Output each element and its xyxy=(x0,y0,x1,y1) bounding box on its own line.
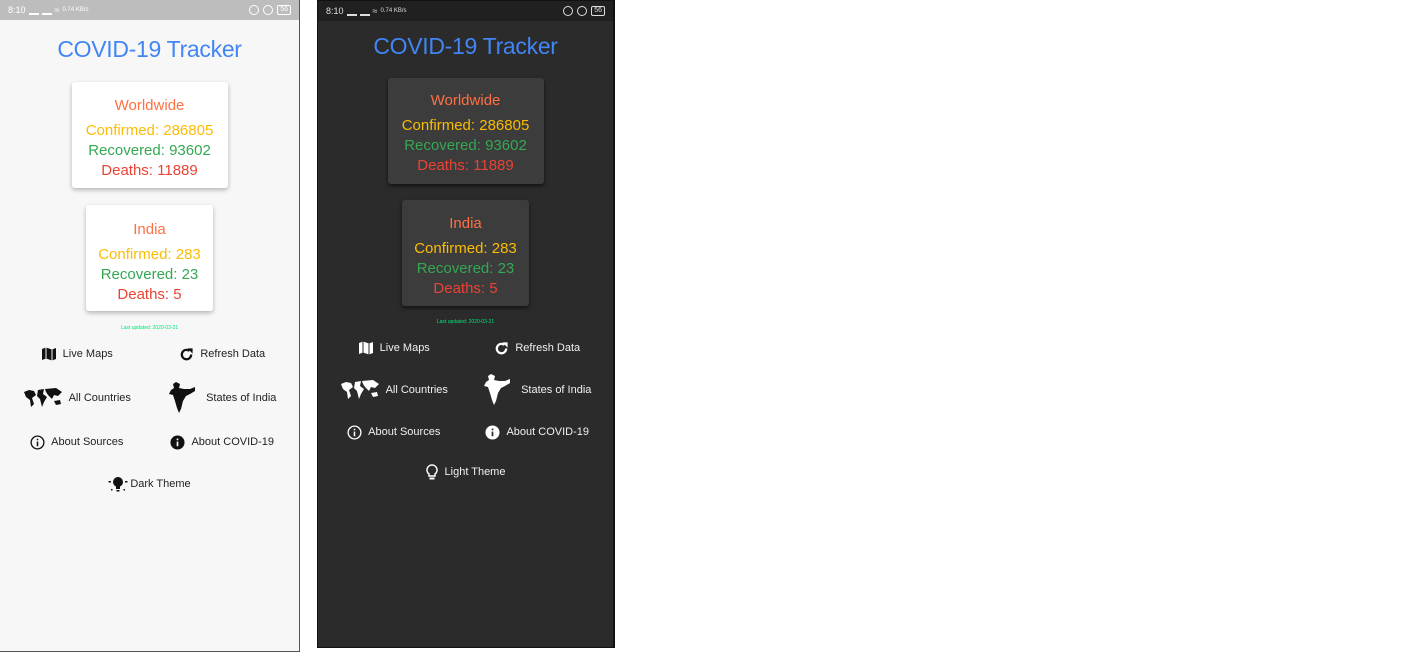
alarm-icon xyxy=(263,5,274,15)
states-of-india-button[interactable]: States of India xyxy=(466,374,610,405)
worldwide-card: Worldwide Confirmed: 286805 Recovered: 9… xyxy=(387,78,544,184)
signal-icon xyxy=(41,6,52,15)
about-covid-button[interactable]: About COVID-19 xyxy=(466,421,610,443)
button-label: All Countries xyxy=(68,392,131,404)
card-title: India xyxy=(449,215,482,232)
battery-icon: 56 xyxy=(591,6,605,16)
button-label: About Sources xyxy=(368,426,441,438)
map-icon xyxy=(358,341,373,355)
worldwide-card: Worldwide Confirmed: 286805 Recovered: 9… xyxy=(71,82,228,188)
wifi-icon: ≈ xyxy=(54,5,60,15)
refresh-icon xyxy=(181,347,193,360)
light-theme-button[interactable]: Light Theme xyxy=(322,461,609,483)
all-countries-button[interactable]: All Countries xyxy=(4,385,150,411)
refresh-data-button[interactable]: Refresh Data xyxy=(466,337,610,359)
signal-icon xyxy=(359,7,370,16)
recovered-count: Recovered: 23 xyxy=(416,260,515,277)
deaths-count: Deaths: 11889 xyxy=(417,157,514,174)
india-map-icon xyxy=(169,382,196,413)
status-time: 8:10 xyxy=(326,6,344,16)
wifi-icon: ≈ xyxy=(372,6,378,16)
india-card: India Confirmed: 283 Recovered: 23 Death… xyxy=(402,200,529,306)
status-bar: 8:10 ≈ 0.74 KB/s 56 xyxy=(318,1,613,21)
status-bar: 8:10 ≈ 0.74 KB/s 56 xyxy=(0,0,299,20)
map-icon xyxy=(41,347,56,361)
recovered-count: Recovered: 23 xyxy=(100,266,199,283)
all-countries-button[interactable]: All Countries xyxy=(322,377,466,403)
button-label: Refresh Data xyxy=(200,348,266,360)
deaths-count: Deaths: 5 xyxy=(433,280,498,297)
refresh-icon xyxy=(496,341,508,354)
signal-icon xyxy=(28,6,39,15)
app-title: COVID-19 Tracker xyxy=(373,33,558,59)
last-updated-text: Last updated: 2020-03-21 xyxy=(120,325,179,331)
button-label: About Sources xyxy=(51,436,124,448)
about-covid-button[interactable]: About COVID-19 xyxy=(150,431,296,453)
india-map-icon xyxy=(484,374,511,405)
button-label: All Countries xyxy=(385,384,448,396)
world-map-icon xyxy=(23,388,62,407)
card-title: India xyxy=(133,221,166,238)
states-of-india-button[interactable]: States of India xyxy=(150,382,296,413)
button-label: Live Maps xyxy=(379,342,430,354)
app-title: COVID-19 Tracker xyxy=(57,36,242,62)
deaths-count: Deaths: 11889 xyxy=(101,162,198,179)
alarm-icon xyxy=(577,6,588,16)
recovered-count: Recovered: 93602 xyxy=(88,142,211,159)
about-sources-button[interactable]: About Sources xyxy=(4,431,150,453)
light-theme-screen: 8:10 ≈ 0.74 KB/s 56 COVID-19 Tracker Wor… xyxy=(0,0,300,652)
button-label: About COVID-19 xyxy=(191,436,275,448)
dark-theme-button[interactable]: Dark Theme xyxy=(4,473,295,495)
world-map-icon xyxy=(340,380,379,399)
confirmed-count: Confirmed: 286805 xyxy=(85,122,214,139)
card-title: Worldwide xyxy=(430,92,501,109)
button-label: Refresh Data xyxy=(515,342,581,354)
card-title: Worldwide xyxy=(114,97,185,114)
button-label: Dark Theme xyxy=(130,478,191,490)
signal-icon xyxy=(346,7,357,16)
button-label: Light Theme xyxy=(444,466,506,478)
info-outline-icon xyxy=(30,434,45,450)
last-updated-text: Last updated: 2020-03-21 xyxy=(436,319,495,325)
refresh-data-button[interactable]: Refresh Data xyxy=(150,343,296,365)
live-maps-button[interactable]: Live Maps xyxy=(322,337,466,359)
battery-icon: 56 xyxy=(277,5,291,15)
vibrate-icon xyxy=(249,5,260,15)
lightbulb-filled-icon xyxy=(108,477,128,492)
confirmed-count: Confirmed: 283 xyxy=(414,240,517,257)
lightbulb-outline-icon xyxy=(425,463,438,479)
network-speed: 0.74 KB/s xyxy=(62,7,89,13)
network-speed: 0.74 KB/s xyxy=(380,8,407,14)
live-maps-button[interactable]: Live Maps xyxy=(4,343,150,365)
dark-theme-screen: 8:10 ≈ 0.74 KB/s 56 COVID-19 Tracker Wor… xyxy=(317,0,615,648)
about-sources-button[interactable]: About Sources xyxy=(322,421,466,443)
deaths-count: Deaths: 5 xyxy=(117,286,182,303)
confirmed-count: Confirmed: 286805 xyxy=(401,117,530,134)
info-outline-icon xyxy=(347,424,362,440)
info-filled-icon xyxy=(485,424,500,440)
info-filled-icon xyxy=(170,434,185,450)
status-time: 8:10 xyxy=(8,5,26,15)
vibrate-icon xyxy=(563,6,574,16)
recovered-count: Recovered: 93602 xyxy=(404,137,527,154)
button-label: About COVID-19 xyxy=(506,426,590,438)
button-label: Live Maps xyxy=(62,348,113,360)
button-label: States of India xyxy=(206,392,277,404)
india-card: India Confirmed: 283 Recovered: 23 Death… xyxy=(86,205,213,311)
confirmed-count: Confirmed: 283 xyxy=(98,246,201,263)
button-label: States of India xyxy=(521,384,592,396)
